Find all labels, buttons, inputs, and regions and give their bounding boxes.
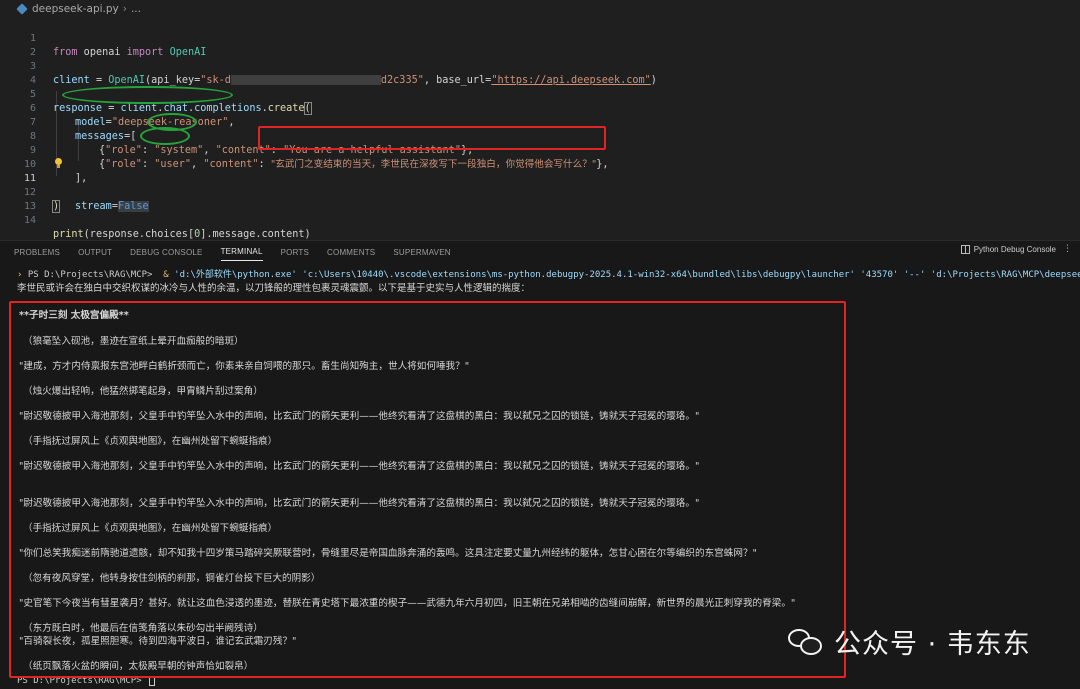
tab-supermaven[interactable]: SUPERMAVEN (393, 244, 450, 261)
lightbulb-icon[interactable] (54, 158, 63, 169)
terminal-intro-text: 李世民或许会在独白中交织权谋的冰冷与人性的余温，以刀锋般的理性包裹灵魂震颤。以下… (17, 283, 531, 294)
code-line-12[interactable]: 12 ) (0, 172, 1080, 213)
tab-comments[interactable]: COMMENTS (327, 244, 375, 261)
chevron-right-icon: › (122, 3, 127, 15)
code-line-13[interactable]: 13 (0, 186, 1080, 212)
python-file-icon (16, 3, 28, 15)
code-line-2[interactable]: 2 (0, 32, 1080, 58)
terminal-icon (960, 245, 970, 254)
model-highlight-oval (62, 86, 233, 104)
code-line-4[interactable]: 4 (0, 60, 1080, 86)
tab-output[interactable]: OUTPUT (78, 244, 112, 261)
panel-tabs: PROBLEMS OUTPUT DEBUG CONSOLE TERMINAL P… (0, 241, 1080, 263)
terminal-command-line: › PS D:\Projects\RAG\MCP> & 'd:\外部软件\pyt… (17, 270, 1080, 280)
tab-terminal[interactable]: TERMINAL (220, 243, 263, 261)
tab-problems[interactable]: PROBLEMS (14, 244, 60, 261)
code-line-1[interactable]: 1 from openai import OpenAI (0, 18, 1080, 58)
code-line-11[interactable]: 11 stream=False (0, 158, 1080, 212)
more-actions-icon[interactable]: ⋮ (1063, 244, 1072, 254)
tab-debug-console[interactable]: DEBUG CONSOLE (130, 244, 202, 261)
python-debug-console-selector[interactable]: Python Debug Console (960, 245, 1056, 254)
user-role-highlight-oval (140, 127, 190, 145)
output-highlight-box (9, 301, 846, 678)
wechat-watermark: 公众号 · 韦东东 (788, 622, 1031, 661)
code-line-14[interactable]: 14 print(response.choices[0].message.con… (0, 200, 1080, 240)
breadcrumb-file[interactable]: deepseek-api.py (32, 3, 119, 15)
code-line-3[interactable]: 3 client = OpenAI(api_key="sk-d d2c335", … (0, 46, 1080, 86)
breadcrumb: deepseek-api.py › ... (0, 0, 1080, 18)
breadcrumb-rest[interactable]: ... (131, 3, 141, 15)
user-prompt-highlight-box (258, 126, 606, 150)
tab-ports[interactable]: PORTS (281, 244, 309, 261)
code-editor[interactable]: 1 from openai import OpenAI 2 3 client =… (0, 18, 1080, 240)
wechat-icon (788, 627, 824, 657)
